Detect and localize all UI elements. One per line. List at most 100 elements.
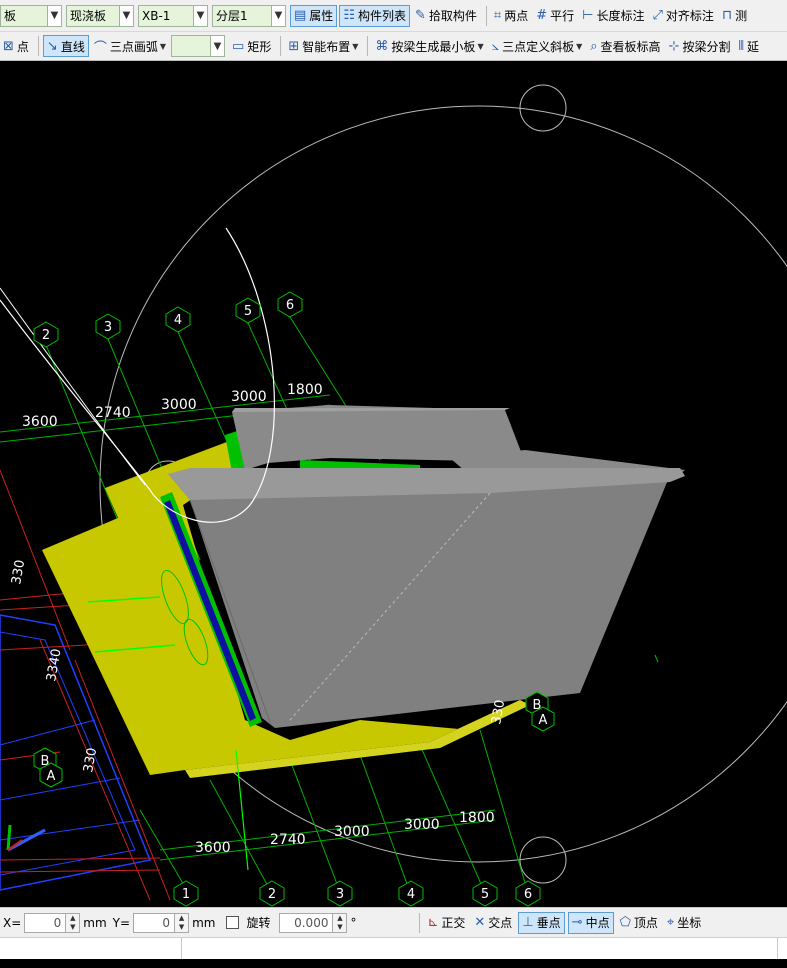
- rectangle-button[interactable]: ▭ 矩形: [229, 35, 274, 57]
- point-label: 点: [16, 39, 29, 54]
- extend-label: 延: [746, 39, 759, 54]
- coordinate-status-bar: X= 0 ▲ ▼ mm Y= 0 ▲ ▼ mm 旋转 0.000 ▲ ▼ ° ⊾ 正交…: [0, 907, 787, 937]
- component-list-button[interactable]: ☷ 构件列表: [339, 4, 410, 27]
- y-unit: mm: [192, 915, 216, 930]
- line-label: 直线: [60, 39, 85, 54]
- align-dimension-icon: ⤢: [652, 8, 663, 23]
- extend-button[interactable]: ⫴ 延: [735, 35, 761, 57]
- component-name-value: XB-1: [142, 8, 171, 23]
- chevron-down-icon: ▼: [576, 41, 583, 51]
- ortho-label: 正交: [441, 916, 466, 930]
- bottom-axis-bubble-5: 5: [472, 880, 498, 907]
- chevron-down-icon: ▼: [477, 41, 484, 51]
- perpendicular-icon: ⊥: [522, 915, 534, 930]
- beam-split-button[interactable]: ⊹ 按梁分割: [666, 35, 734, 57]
- drawing-viewport[interactable]: 2 3 4 5 6 3600 2740 3000 3000 1800 3600 …: [0, 61, 787, 907]
- y-label: Y=: [112, 915, 131, 930]
- rotate-label: 旋转: [246, 916, 271, 930]
- status-cell: [182, 938, 778, 960]
- svg-text:1: 1: [182, 887, 190, 902]
- svg-text:3: 3: [336, 887, 344, 902]
- svg-text:5: 5: [481, 887, 489, 902]
- line-button[interactable]: ↘ 直线: [42, 35, 89, 57]
- midpoint-snap-button[interactable]: ⊸ 中点: [567, 911, 614, 934]
- rotate-checkbox[interactable]: [226, 916, 240, 929]
- two-point-button[interactable]: ⌗ 两点: [491, 5, 531, 27]
- separator: [280, 36, 282, 56]
- point-button[interactable]: ⊠ 点: [0, 35, 32, 57]
- pick-component-button[interactable]: ✎ 拾取构件: [412, 5, 480, 27]
- properties-icon: ▤: [294, 8, 307, 23]
- separator: [367, 36, 369, 56]
- component-list-label: 构件列表: [357, 9, 406, 23]
- main-toolbar: 板 ▼ 现浇板 ▼ XB-1 ▼ 分层1 ▼ ▤ 属性 ☷ 构件列表 ✎ 拾取构…: [0, 0, 787, 32]
- view-slab-height-button[interactable]: ⌕ 查看板标高: [587, 35, 663, 57]
- coordinate-icon: ⌖: [666, 915, 675, 930]
- bottom-axis-bubble-2: 2: [259, 880, 285, 907]
- svg-text:6: 6: [286, 298, 294, 313]
- slope-slab-button[interactable]: ⦣ 三点定义斜板 ▼: [489, 35, 586, 57]
- category-select[interactable]: 板 ▼: [0, 4, 62, 27]
- vertex-snap-button[interactable]: ⬠ 顶点: [617, 912, 661, 934]
- align-dimension-label: 对齐标注: [665, 9, 714, 23]
- top-dim-2740: 2740: [95, 405, 131, 421]
- draw-toolbar: ⊠ 点 ↘ 直线 ⌒ 三点画弧 ▼ ▼ ▭ 矩形 ⊞ 智能布置 ▼ ⌘ 按梁生成…: [0, 32, 787, 61]
- ortho-icon: ⊾: [427, 915, 439, 930]
- rectangle-icon: ▭: [232, 38, 245, 54]
- length-dimension-icon: ⊢: [582, 8, 594, 23]
- chevron-down-icon[interactable]: ▼: [210, 36, 225, 56]
- orbit-handle-bottom[interactable]: [519, 836, 567, 884]
- measure-icon: ⊓: [721, 8, 733, 23]
- bottom-dim-1800: 1800: [459, 810, 495, 826]
- top-dim-3000b: 3000: [231, 389, 267, 405]
- eyedropper-icon: ✎: [414, 8, 426, 23]
- rectangle-label: 矩形: [247, 39, 272, 54]
- rotate-input[interactable]: 0.000 ▲ ▼: [279, 912, 348, 933]
- chevron-down-icon[interactable]: ▼: [47, 5, 61, 26]
- svg-text:6: 6: [524, 887, 532, 902]
- y-spinner-icon[interactable]: ▲ ▼: [174, 913, 189, 932]
- chevron-down-icon[interactable]: ▼: [271, 5, 285, 26]
- top-axis-bubble-2: 2: [33, 321, 59, 348]
- component-name-select[interactable]: XB-1 ▼: [138, 4, 208, 27]
- bottom-axis-bubble-4: 4: [398, 880, 424, 907]
- measure-button[interactable]: ⊓ 测: [719, 5, 750, 27]
- x-input[interactable]: 0 ▲ ▼: [24, 912, 81, 933]
- svg-text:3: 3: [104, 320, 112, 335]
- ortho-button[interactable]: ⊾ 正交: [424, 912, 468, 934]
- arc-option-select[interactable]: ▼: [171, 35, 226, 57]
- view-slab-height-label: 查看板标高: [600, 39, 661, 54]
- x-label: X=: [3, 915, 22, 930]
- parallel-button[interactable]: # 平行: [533, 5, 577, 27]
- properties-button[interactable]: ▤ 属性: [290, 4, 338, 27]
- viewport-canvas[interactable]: 2 3 4 5 6 3600 2740 3000 3000 1800 3600 …: [0, 61, 787, 907]
- length-dimension-button[interactable]: ⊢ 长度标注: [579, 5, 647, 27]
- x-spinner-icon[interactable]: ▲ ▼: [65, 913, 80, 932]
- beam-min-slab-button[interactable]: ⌘ 按梁生成最小板 ▼: [372, 35, 486, 57]
- chevron-down-icon: ▼: [352, 41, 359, 51]
- bottom-axis-bubble-6: 6: [515, 880, 541, 907]
- smart-layout-button[interactable]: ⊞ 智能布置 ▼: [285, 35, 361, 57]
- top-dim-3000: 3000: [161, 397, 197, 413]
- intersection-icon: ✕: [474, 915, 486, 930]
- type-select-value: 现浇板: [70, 9, 107, 23]
- bottom-dim-3000b: 3000: [404, 817, 440, 833]
- type-select[interactable]: 现浇板 ▼: [66, 4, 134, 27]
- arc-button[interactable]: ⌒ 三点画弧 ▼: [91, 35, 169, 57]
- list-icon: ☷: [343, 8, 355, 23]
- rotate-spinner-icon[interactable]: ▲ ▼: [332, 913, 347, 932]
- vertex-icon: ⬠: [619, 915, 631, 930]
- coordinate-snap-button[interactable]: ⌖ 坐标: [664, 912, 704, 934]
- perpendicular-snap-button[interactable]: ⊥ 垂点: [518, 911, 565, 934]
- chevron-down-icon[interactable]: ▼: [193, 5, 207, 26]
- chevron-down-icon[interactable]: ▼: [119, 5, 133, 26]
- align-dimension-button[interactable]: ⤢ 对齐标注: [650, 5, 717, 27]
- orbit-handle-top[interactable]: [519, 84, 567, 132]
- bottom-axis-bubble-1: 1: [173, 880, 199, 907]
- bottom-dim-2740: 2740: [270, 832, 306, 848]
- beam-slab-icon: ⌘: [375, 38, 389, 54]
- intersection-snap-button[interactable]: ✕ 交点: [471, 912, 515, 934]
- layer-select[interactable]: 分层1 ▼: [212, 4, 286, 27]
- length-dimension-label: 长度标注: [596, 9, 645, 23]
- y-input[interactable]: 0 ▲ ▼: [133, 912, 190, 933]
